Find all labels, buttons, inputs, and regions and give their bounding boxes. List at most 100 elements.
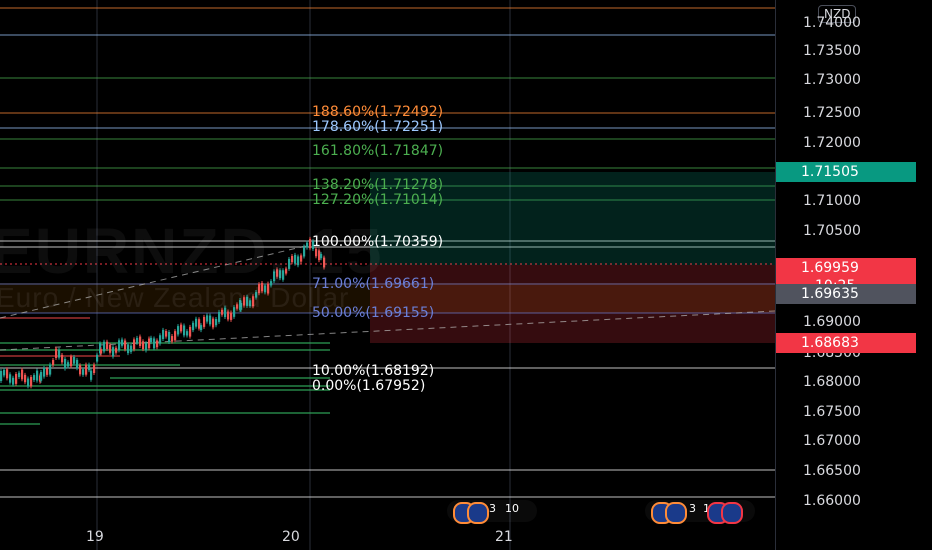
candle (221, 309, 224, 315)
price-tick: 1.74000 (803, 15, 861, 31)
candle (6, 369, 9, 379)
candle (243, 297, 246, 306)
candle (174, 331, 177, 341)
price-label-level: 1.69635 (776, 284, 916, 304)
candle (279, 270, 282, 279)
candle (106, 341, 109, 350)
price-tick: 1.73500 (803, 43, 861, 59)
economic-event-marker[interactable]: 3 10 (645, 500, 755, 524)
time-label-21: 21 (495, 529, 513, 545)
candle (136, 337, 139, 343)
price-tick: 1.72500 (803, 105, 861, 121)
candle (40, 372, 43, 381)
candle (288, 258, 291, 269)
candle (215, 319, 218, 326)
candle (148, 338, 151, 349)
candle (270, 281, 273, 286)
candle (285, 268, 288, 274)
candle (112, 347, 115, 357)
price-tick: 1.72000 (803, 135, 861, 151)
candle (21, 369, 24, 380)
candle (318, 250, 321, 261)
candle (177, 326, 180, 335)
fib-level-71: 71.00%(1.69661) (312, 276, 435, 292)
candle (165, 330, 168, 337)
candle (82, 369, 85, 375)
fib-level-138: 138.20%(1.71278) (312, 177, 444, 193)
candle (186, 331, 189, 336)
candle (252, 296, 255, 307)
candle (227, 311, 230, 320)
candle (282, 270, 285, 280)
candle (142, 341, 145, 350)
fib-level-0: 0.00%(1.67952) (312, 378, 426, 394)
candle (273, 271, 276, 282)
candle (36, 370, 39, 381)
candle (127, 344, 130, 354)
candle (46, 368, 49, 375)
candle (27, 378, 30, 387)
candle (18, 372, 21, 378)
candle (52, 360, 55, 365)
price-tick: 1.71000 (803, 193, 861, 209)
candle (209, 315, 212, 325)
candle (240, 303, 243, 310)
event-count: 3 (489, 502, 496, 515)
candle (300, 255, 303, 262)
candle (93, 364, 96, 373)
candle (9, 374, 12, 383)
candle (109, 344, 112, 353)
candle (249, 300, 252, 306)
candle (88, 364, 91, 371)
candle (294, 254, 297, 264)
candle (103, 341, 106, 352)
candle (100, 349, 103, 354)
candle (303, 246, 306, 257)
candle (255, 292, 258, 298)
chart-area[interactable]: EURNZD, 15 Euro / New Zealand Dollar 188… (0, 0, 775, 550)
fib-level-127: 127.20%(1.71014) (312, 192, 444, 208)
price-tick: 1.73000 (803, 72, 861, 88)
candle (15, 374, 18, 384)
candle (124, 340, 127, 350)
candle (258, 284, 261, 294)
candle (171, 336, 174, 342)
economic-event-marker[interactable]: 3 10 (447, 500, 537, 524)
price-tick: 1.70500 (803, 223, 861, 239)
price-label-target: 1.71505 (776, 162, 916, 182)
candle (85, 364, 88, 375)
candle (315, 248, 318, 257)
candle (230, 312, 233, 320)
fib-level-188: 188.60%(1.72492) (312, 104, 444, 120)
fib-level-100: 100.00%(1.70359) (312, 234, 444, 250)
candle (156, 340, 159, 348)
candle (291, 256, 294, 263)
time-label-19: 19 (86, 529, 104, 545)
candle (224, 307, 227, 318)
candle (159, 335, 162, 344)
candle (218, 311, 221, 322)
chart-canvas[interactable] (0, 0, 775, 550)
candle (76, 359, 79, 369)
price-tick: 1.68000 (803, 374, 861, 390)
candle (236, 304, 239, 309)
candle (297, 256, 300, 266)
candle (306, 242, 309, 248)
price-axis[interactable]: NZD 1.74000 1.73500 1.73000 1.72500 1.72… (775, 0, 932, 550)
price-tick: 1.66000 (803, 493, 861, 509)
candle (118, 340, 121, 351)
candle (130, 345, 133, 352)
candle (264, 285, 267, 293)
candle (192, 322, 195, 331)
candle (200, 325, 203, 331)
candle (189, 326, 192, 337)
candle (12, 377, 15, 385)
candle (309, 238, 312, 249)
candle (58, 349, 61, 358)
candle (0, 371, 3, 381)
price-tick: 1.66500 (803, 463, 861, 479)
candle (43, 367, 46, 377)
fib-level-161: 161.80%(1.71847) (312, 143, 444, 159)
candle (61, 354, 64, 363)
event-extra: 10 (505, 502, 519, 515)
